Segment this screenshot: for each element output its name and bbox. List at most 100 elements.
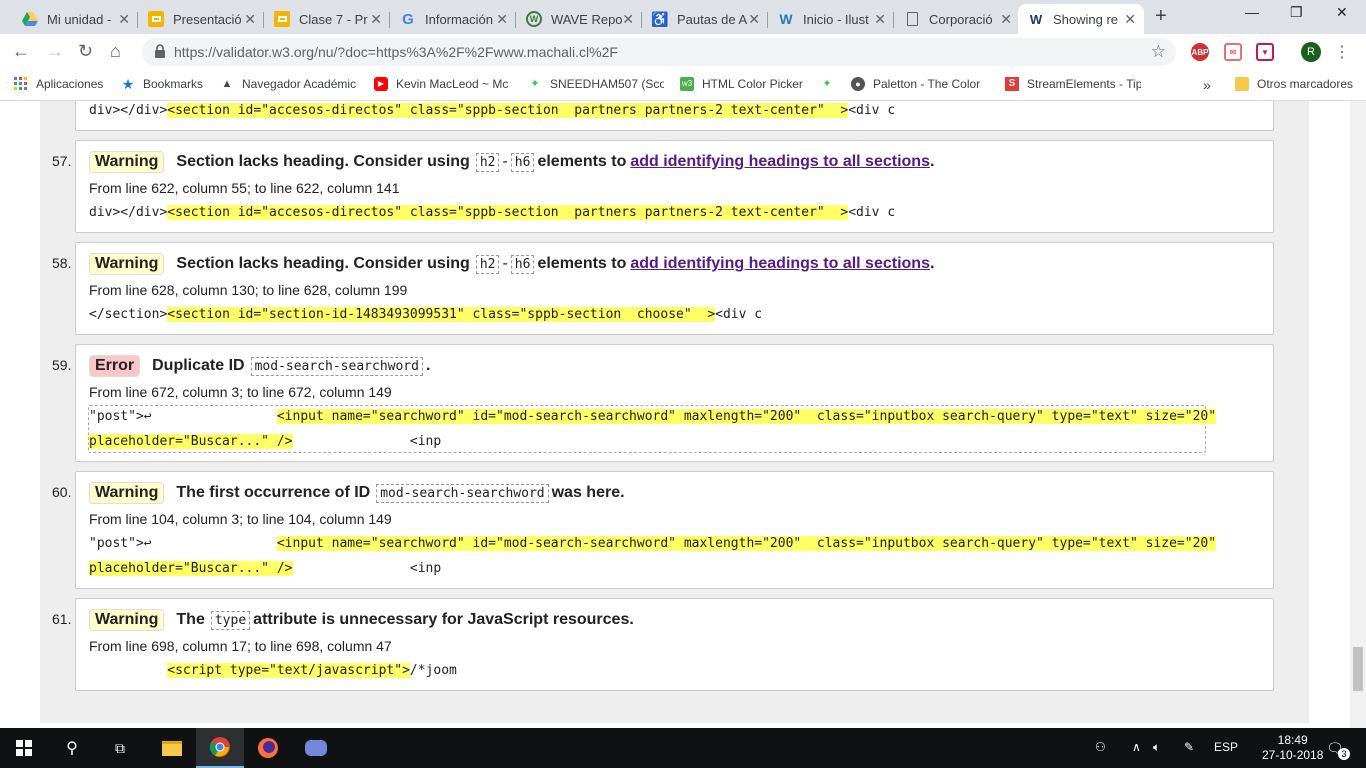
code-extract: placeholder="Buscar..." /> <inp <box>89 434 441 449</box>
minimize-icon[interactable]: — <box>1245 4 1259 20</box>
extension-icon[interactable]: ✉ <box>1224 43 1242 61</box>
close-icon[interactable]: ✕ <box>748 11 760 28</box>
window-close-icon[interactable]: ✕ <box>1336 4 1348 21</box>
message-text: The first occurrence of ID <box>176 484 371 501</box>
tab-showing-results[interactable]: W Showing re ✕ <box>1018 4 1144 34</box>
close-icon[interactable]: ✕ <box>496 11 508 28</box>
message-card: div></div><section id="accesos-directos"… <box>75 101 1274 131</box>
tab-title: Showing re <box>1053 11 1119 27</box>
message-number: 61. <box>52 611 72 627</box>
bookmark-leaf[interactable]: ✦ <box>820 77 840 91</box>
tab-mi-unidad[interactable]: Mi unidad - ✕ <box>12 4 138 34</box>
close-icon[interactable]: ✕ <box>118 11 130 28</box>
extract-text: "post">↩ <box>89 536 277 551</box>
close-icon[interactable]: ✕ <box>1000 11 1012 28</box>
code-token: type <box>210 610 251 630</box>
file-explorer-icon[interactable] <box>148 728 196 768</box>
bookmark-kevin-macleod[interactable]: ▶ Kevin MacLeod ~ Mc <box>374 77 514 91</box>
task-view-icon[interactable]: ⧉ <box>96 728 144 768</box>
reload-icon[interactable]: ↻ <box>78 41 93 62</box>
pen-icon[interactable]: ✎ <box>1184 740 1194 754</box>
chevron-up-icon[interactable]: ∧ <box>1132 740 1141 754</box>
close-icon[interactable]: ✕ <box>622 11 634 28</box>
menu-icon[interactable]: ⋮ <box>1334 42 1350 62</box>
tab-clase-7[interactable]: Clase 7 - Pr ✕ <box>264 4 390 34</box>
windows-taskbar: ⚲ ⧉ ⚇ ∧ 🔈︎ ✎ ESP 18:49 27-10-2018 🗨︎ 3 <box>0 728 1366 768</box>
bookmark-sneedham[interactable]: ✦ SNEEDHAM507 (Scot <box>528 77 664 91</box>
address-bar[interactable]: https://validator.w3.org/nu/?doc=https%3… <box>142 38 1176 66</box>
bookmark-label: Navegador Académic <box>242 77 357 91</box>
close-icon[interactable]: ✕ <box>1124 11 1136 28</box>
bookmark-otros-marcadores[interactable]: Otros marcadores <box>1235 77 1353 91</box>
google-icon: G <box>402 10 414 28</box>
windows-start-icon[interactable] <box>0 728 48 768</box>
firefox-icon[interactable] <box>244 728 292 768</box>
search-icon[interactable]: ⚲ <box>48 728 96 768</box>
message-title: Error Duplicate ID mod-search-searchword… <box>89 355 430 377</box>
close-icon[interactable]: ✕ <box>370 11 382 28</box>
bookmark-star-icon[interactable]: ☆ <box>1151 42 1166 62</box>
bookmark-bookmarks[interactable]: ★ Bookmarks <box>121 77 216 91</box>
google-slides-icon <box>148 11 164 27</box>
tab-inicio-ilust[interactable]: W Inicio - Ilust ✕ <box>768 4 894 34</box>
page-content: div></div><section id="accesos-directos"… <box>0 101 1366 728</box>
discord-icon[interactable] <box>292 728 340 768</box>
message-text: The <box>176 611 205 628</box>
avatar[interactable]: R <box>1301 42 1321 62</box>
tab-corporacion[interactable]: Corporació ✕ <box>894 4 1020 34</box>
code-extract: div></div><section id="accesos-directos"… <box>89 103 895 118</box>
page-scrollbar[interactable] <box>1350 101 1366 728</box>
volume-icon[interactable]: 🔈︎ <box>1153 740 1160 755</box>
scrollbar-thumb[interactable] <box>1353 647 1363 691</box>
language-indicator[interactable]: ESP <box>1214 740 1238 754</box>
extract-text: <div c <box>848 205 896 220</box>
extract-text: div></div> <box>89 103 168 118</box>
bookmark-navegador[interactable]: ▲ Navegador Académic <box>220 77 360 91</box>
headings-link[interactable]: add identifying headings to all sections <box>630 153 930 171</box>
home-icon[interactable]: ⌂ <box>110 41 121 62</box>
extract-highlight: placeholder="Buscar..." /> <box>89 561 293 576</box>
tab-pautas[interactable]: ♿ Pautas de A ✕ <box>642 4 768 34</box>
extract-text: "post">↩ <box>89 409 277 424</box>
close-icon[interactable]: ✕ <box>874 11 886 28</box>
clock[interactable]: 18:49 27-10-2018 <box>1262 733 1323 763</box>
tab-wave-report[interactable]: W WAVE Repo ✕ <box>516 4 642 34</box>
message-card: Warning The type attribute is unnecessar… <box>75 598 1274 691</box>
close-icon[interactable]: ✕ <box>244 11 256 28</box>
bookmark-label: Kevin MacLeod ~ Mc <box>396 77 509 91</box>
bookmark-paletton[interactable]: ● Paletton - The Color <box>851 77 991 91</box>
new-tab-icon[interactable]: + <box>1155 5 1167 28</box>
people-icon[interactable]: ⚇ <box>1095 740 1106 754</box>
bookmark-label: HTML Color Picker <box>702 77 803 91</box>
adblock-icon[interactable]: ABP <box>1191 43 1209 61</box>
bookmark-aplicaciones[interactable]: Aplicaciones <box>14 77 114 91</box>
more-bookmarks-icon[interactable]: » <box>1203 77 1211 93</box>
chrome-icon[interactable] <box>196 728 244 768</box>
tab-title: Pautas de A <box>677 11 748 27</box>
headings-link[interactable]: add identifying headings to all sections <box>630 255 930 273</box>
code-token: h6 <box>510 152 535 172</box>
message-text: was here. <box>551 484 625 501</box>
message-text: Duplicate ID <box>152 357 245 374</box>
tab-informacion[interactable]: G Información ✕ <box>390 4 516 34</box>
message-number: 60. <box>52 484 72 500</box>
bookmark-html-color-picker[interactable]: w3 HTML Color Picker <box>680 77 810 91</box>
message-text: . <box>425 357 431 374</box>
maximize-icon[interactable]: ❐ <box>1290 4 1303 21</box>
tab-presentacion[interactable]: Presentació ✕ <box>138 4 264 34</box>
extension-icon[interactable]: ▼ <box>1256 43 1274 61</box>
code-extract: "post">↩ <input name="searchword" id="mo… <box>89 409 1217 424</box>
message-text: . <box>929 255 935 272</box>
location-text: From line 622, column 55; to line 622, c… <box>89 180 400 196</box>
code-extract: </section><section id="section-id-148349… <box>89 307 762 322</box>
apps-icon <box>14 77 28 91</box>
code-token: mod-search-searchword <box>250 356 423 376</box>
code-extract: <script type="text/javascript">/*joom <box>89 663 457 678</box>
back-icon[interactable]: ← <box>12 41 30 62</box>
bookmark-streamelements[interactable]: S StreamElements - Tip <box>1005 77 1141 91</box>
bookmark-label: Paletton - The Color <box>873 77 981 91</box>
forward-icon[interactable]: → <box>46 41 64 62</box>
code-token: h2 <box>475 254 500 274</box>
message-text: Section lacks heading. Consider using <box>176 153 470 170</box>
google-slides-icon <box>274 11 290 27</box>
